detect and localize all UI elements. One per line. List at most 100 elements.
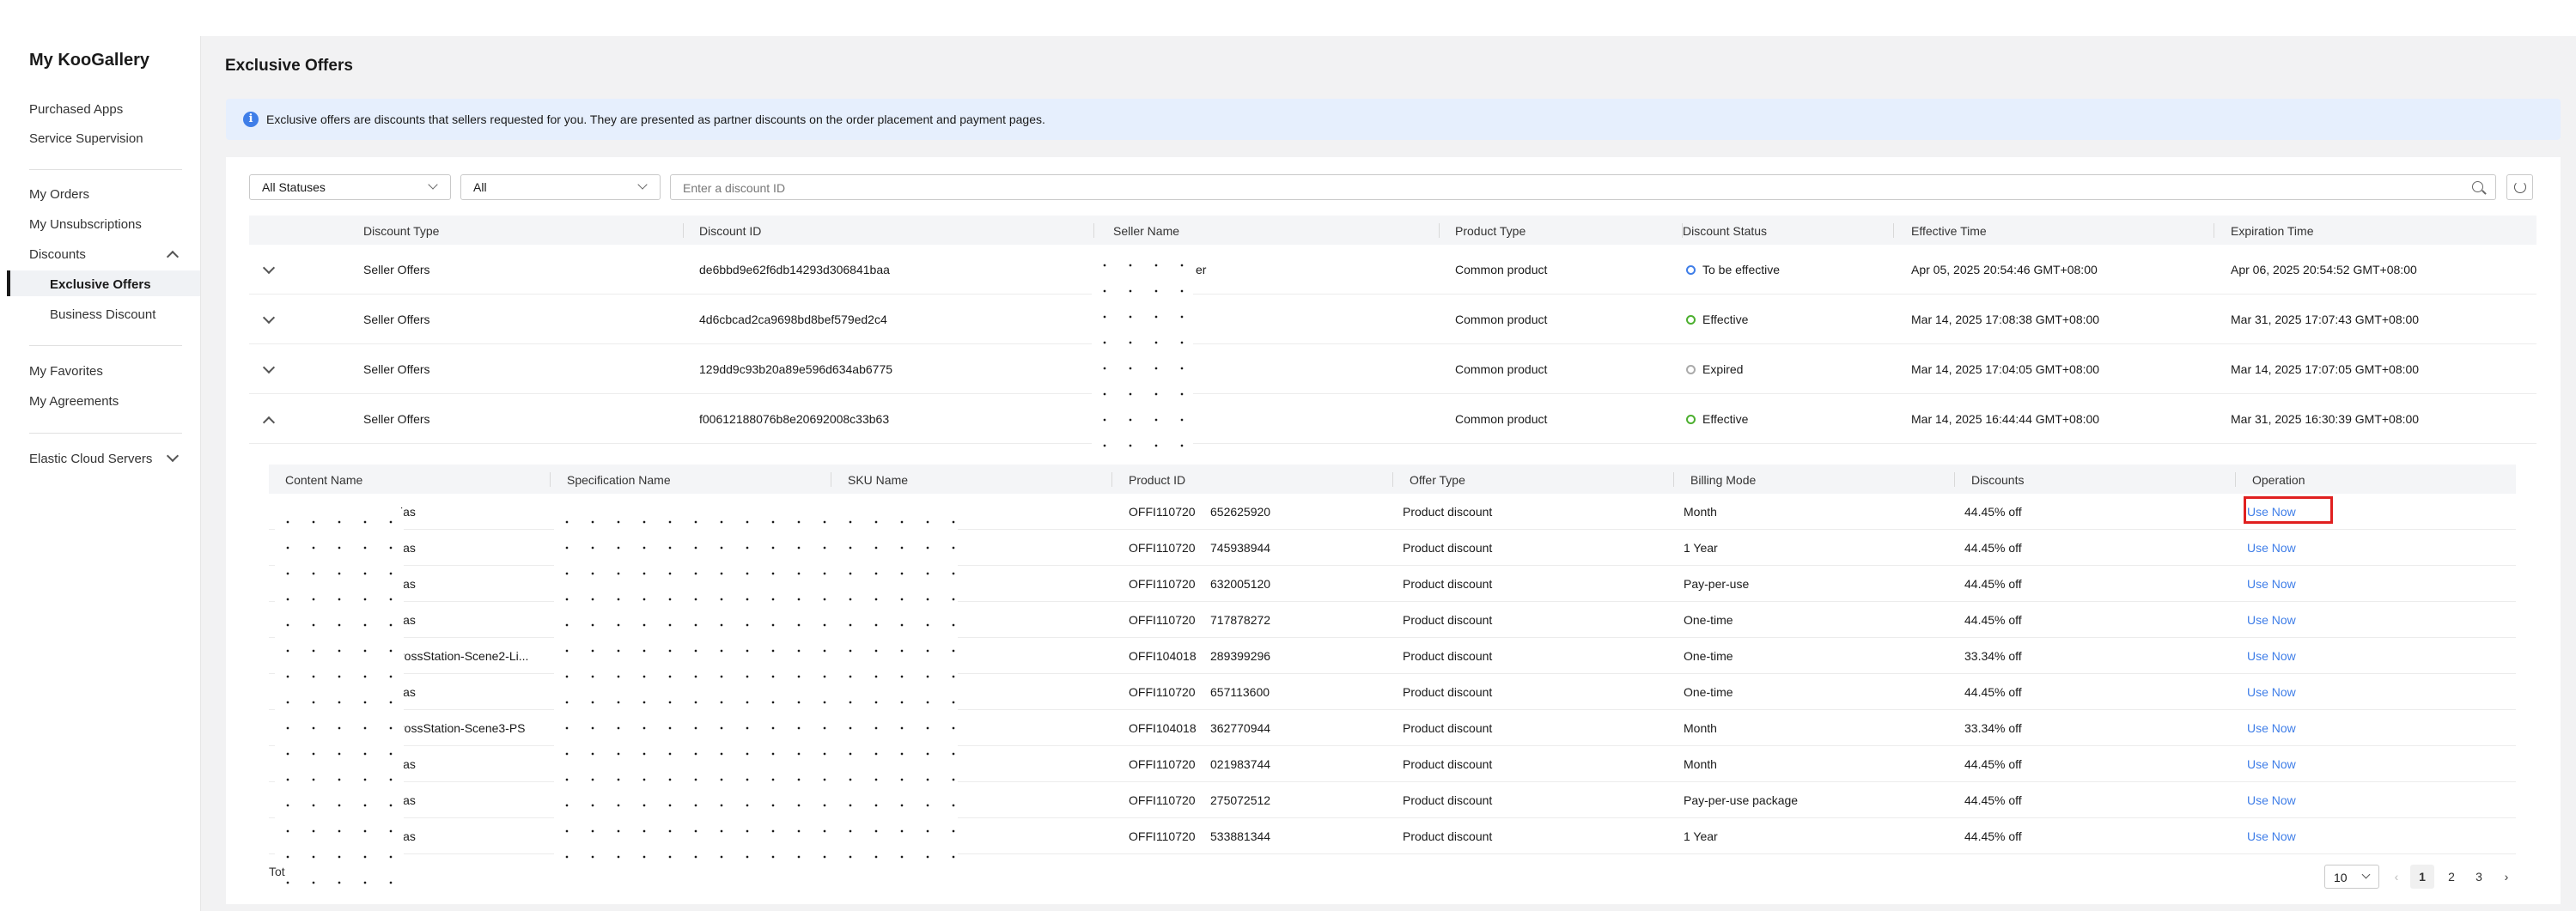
offer-type: Product discount xyxy=(1403,541,1493,555)
product-id: OFFI110720 xyxy=(1129,829,1196,843)
billing-mode: Month xyxy=(1684,757,1717,771)
use-now-link[interactable]: Use Now xyxy=(2247,757,2296,771)
discount-value: 44.45% off xyxy=(1964,577,2022,591)
prev-page-button[interactable]: ‹ xyxy=(2384,865,2409,889)
column-header: Seller Name xyxy=(1113,224,1180,238)
column-header: Billing Mode xyxy=(1690,473,1757,487)
product-id-end: 533881344 xyxy=(1210,829,1271,843)
use-now-link[interactable]: Use Now xyxy=(2247,829,2296,843)
page-size-select[interactable]: 10 xyxy=(2324,865,2379,889)
discount-value: 44.45% off xyxy=(1964,613,2022,627)
product-type: Common product xyxy=(1455,412,1548,426)
column-header: Discount Status xyxy=(1683,224,1768,238)
effective-time: Mar 14, 2025 17:04:05 GMT+08:00 xyxy=(1911,362,2100,376)
chevron-down-icon[interactable] xyxy=(262,261,276,275)
page-3[interactable]: 3 xyxy=(2467,865,2491,889)
column-header: SKU Name xyxy=(848,473,909,487)
chevron-down-icon[interactable] xyxy=(262,361,276,374)
sidebar-item-discounts[interactable]: Discounts xyxy=(29,247,86,262)
top-bar xyxy=(0,0,2576,36)
page-2[interactable]: 2 xyxy=(2439,865,2463,889)
column-header: Offer Type xyxy=(1410,473,1465,487)
product-id: OFFI110720 xyxy=(1129,577,1196,591)
sidebar: My KooGallery Purchased Apps Service Sup… xyxy=(0,36,201,911)
billing-mode: Pay-per-use package xyxy=(1684,793,1799,807)
type-select[interactable]: All xyxy=(460,174,661,200)
sidebar-item-my-unsubscriptions[interactable]: My Unsubscriptions xyxy=(29,217,142,232)
discount-value: 44.45% off xyxy=(1964,541,2022,555)
chevron-up-icon[interactable] xyxy=(166,250,180,264)
effective-time: Mar 14, 2025 17:08:38 GMT+08:00 xyxy=(1911,313,2100,326)
product-id-end: 289399296 xyxy=(1210,649,1271,663)
chevron-down-icon[interactable] xyxy=(262,311,276,325)
column-divider xyxy=(1673,472,1674,487)
chevron-down-icon xyxy=(637,179,648,190)
column-divider xyxy=(1111,472,1112,487)
discount-value: 44.45% off xyxy=(1964,685,2022,699)
sidebar-item-purchased-apps[interactable]: Purchased Apps xyxy=(29,102,123,117)
product-type: Common product xyxy=(1455,313,1548,326)
column-header: Expiration Time xyxy=(2231,224,2314,238)
chevron-up-icon[interactable] xyxy=(262,416,276,429)
sidebar-item-my-favorites[interactable]: My Favorites xyxy=(29,364,103,379)
sidebar-item-service-supervision[interactable]: Service Supervision xyxy=(29,131,143,146)
offer-type: Product discount xyxy=(1403,649,1493,663)
product-type: Common product xyxy=(1455,362,1548,376)
column-header: Operation xyxy=(2252,473,2305,487)
effective-time: Mar 14, 2025 16:44:44 GMT+08:00 xyxy=(1911,412,2100,426)
use-now-link[interactable]: Use Now xyxy=(2247,721,2296,735)
chevron-down-icon[interactable] xyxy=(166,449,180,463)
table-row[interactable]: Seller Offers de6bbd9e62f6db14293d306841… xyxy=(249,245,2536,295)
offer-type: Product discount xyxy=(1403,577,1493,591)
sidebar-item-elastic-cloud-servers[interactable]: Elastic Cloud Servers xyxy=(29,452,152,466)
redacted-specification-sku xyxy=(554,509,958,870)
use-now-link[interactable]: Use Now xyxy=(2247,793,2296,807)
product-id-end: 652625920 xyxy=(1210,505,1271,519)
product-id: OFFI110720 xyxy=(1129,757,1196,771)
info-text: Exclusive offers are discounts that sell… xyxy=(266,112,1045,126)
offer-type: Product discount xyxy=(1403,721,1493,735)
status-select[interactable]: All Statuses xyxy=(249,174,451,200)
next-page-button[interactable]: › xyxy=(2494,865,2518,889)
table-row[interactable]: Seller Offers 129dd9c93b20a89e596d634ab6… xyxy=(249,344,2536,394)
search-icon[interactable] xyxy=(2472,181,2483,192)
use-now-link[interactable]: Use Now xyxy=(2247,541,2296,555)
use-now-link[interactable]: Use Now xyxy=(2247,613,2296,627)
use-now-link[interactable]: Use Now xyxy=(2247,577,2296,591)
table-row[interactable]: Seller Offers f00612188076b8e20692008c33… xyxy=(249,394,2536,444)
info-banner: i Exclusive offers are discounts that se… xyxy=(226,99,2561,140)
status-select-value: All Statuses xyxy=(262,180,326,194)
discount-id: 129dd9c93b20a89e596d634ab6775 xyxy=(699,362,893,376)
sidebar-item-my-agreements[interactable]: My Agreements xyxy=(29,394,119,409)
sidebar-item-my-orders[interactable]: My Orders xyxy=(29,187,89,202)
product-id: OFFI104018 xyxy=(1129,721,1197,735)
column-header: Discount ID xyxy=(699,224,762,238)
refresh-button[interactable] xyxy=(2506,174,2533,200)
discount-type: Seller Offers xyxy=(363,263,430,276)
page-size-value: 10 xyxy=(2334,871,2348,884)
billing-mode: One-time xyxy=(1684,649,1733,663)
expiration-time: Mar 31, 2025 17:07:43 GMT+08:00 xyxy=(2231,313,2420,326)
sidebar-item-business-discount[interactable]: Business Discount xyxy=(50,307,155,322)
total-count: Tot xyxy=(269,865,285,878)
column-divider xyxy=(1093,223,1094,238)
product-id-end: 632005120 xyxy=(1210,577,1271,591)
type-select-value: All xyxy=(473,180,487,194)
table-row[interactable]: Seller Offers 4d6cbcad2ca9698bd8bef579ed… xyxy=(249,295,2536,344)
discount-id-search[interactable]: Enter a discount ID xyxy=(670,174,2496,200)
offer-type: Product discount xyxy=(1403,613,1493,627)
page-1[interactable]: 1 xyxy=(2410,865,2434,889)
billing-mode: 1 Year xyxy=(1684,541,1718,555)
billing-mode: Month xyxy=(1684,505,1717,519)
sidebar-item-exclusive-offers[interactable]: Exclusive Offers xyxy=(50,277,151,292)
product-id: OFFI110720 xyxy=(1129,541,1196,555)
use-now-link[interactable]: Use Now xyxy=(2247,685,2296,699)
use-now-link[interactable]: Use Now xyxy=(2247,649,2296,663)
column-divider xyxy=(1893,223,1894,238)
offer-type: Product discount xyxy=(1403,757,1493,771)
search-placeholder: Enter a discount ID xyxy=(683,181,786,195)
billing-mode: One-time xyxy=(1684,685,1733,699)
chevron-down-icon xyxy=(428,179,438,190)
discount-value: 44.45% off xyxy=(1964,757,2022,771)
product-id-end: 021983744 xyxy=(1210,757,1271,771)
